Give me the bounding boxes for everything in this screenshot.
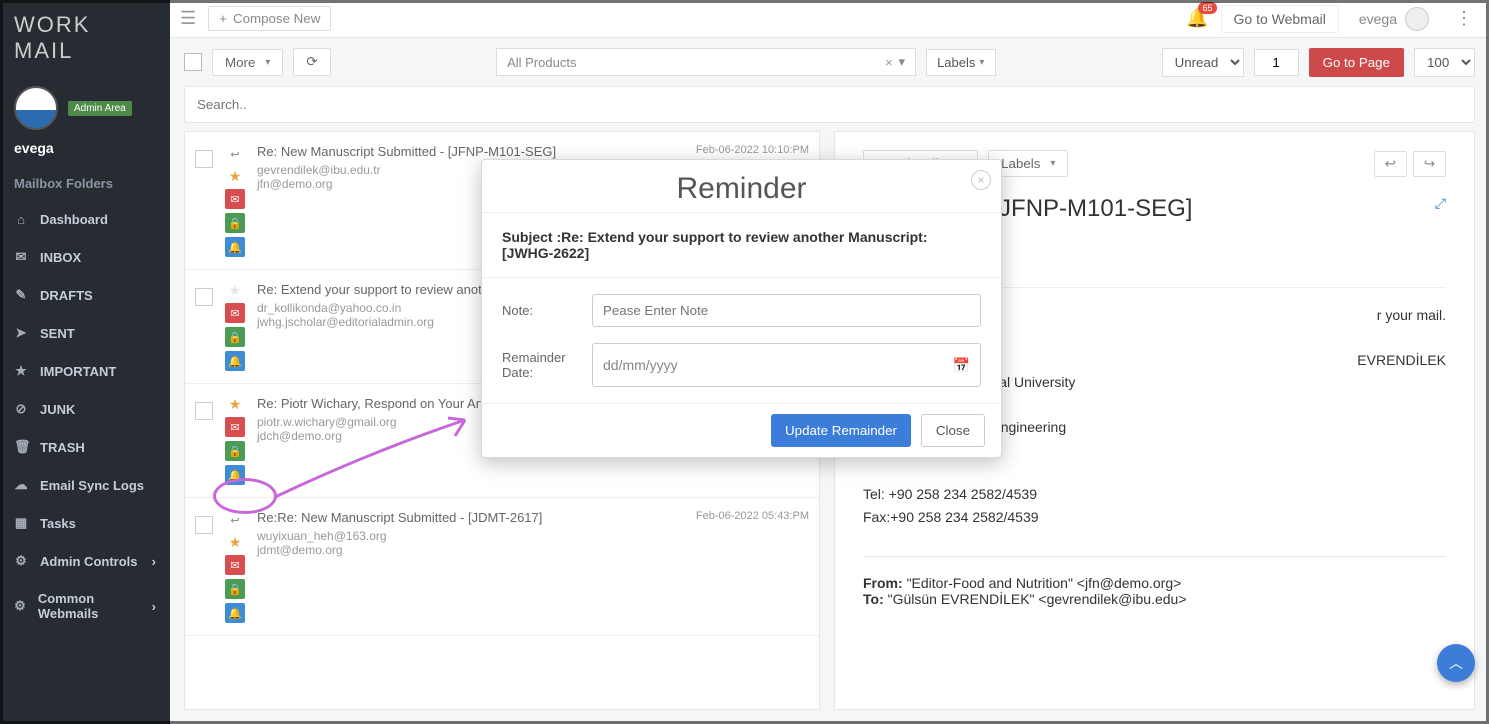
calendar-icon: 📅 (953, 357, 970, 374)
close-icon: × (977, 173, 984, 187)
date-placeholder: dd/mm/yyyy (603, 357, 678, 373)
modal-close-button[interactable]: × (971, 170, 991, 190)
update-remainder-button[interactable]: Update Remainder (771, 414, 911, 447)
date-label: Remainder Date: (502, 350, 582, 380)
modal-subject: Subject :Re: Extend your support to revi… (482, 212, 1001, 277)
chevron-up-icon: ︿ (1449, 653, 1463, 673)
scroll-top-button[interactable]: ︿ (1437, 644, 1475, 682)
date-input[interactable]: dd/mm/yyyy 📅 (592, 343, 981, 387)
close-button[interactable]: Close (921, 414, 985, 447)
note-label: Note: (502, 303, 582, 318)
modal-title: Reminder (482, 160, 1001, 212)
note-input[interactable] (592, 294, 981, 327)
reminder-modal: × Reminder Subject :Re: Extend your supp… (481, 159, 1002, 458)
